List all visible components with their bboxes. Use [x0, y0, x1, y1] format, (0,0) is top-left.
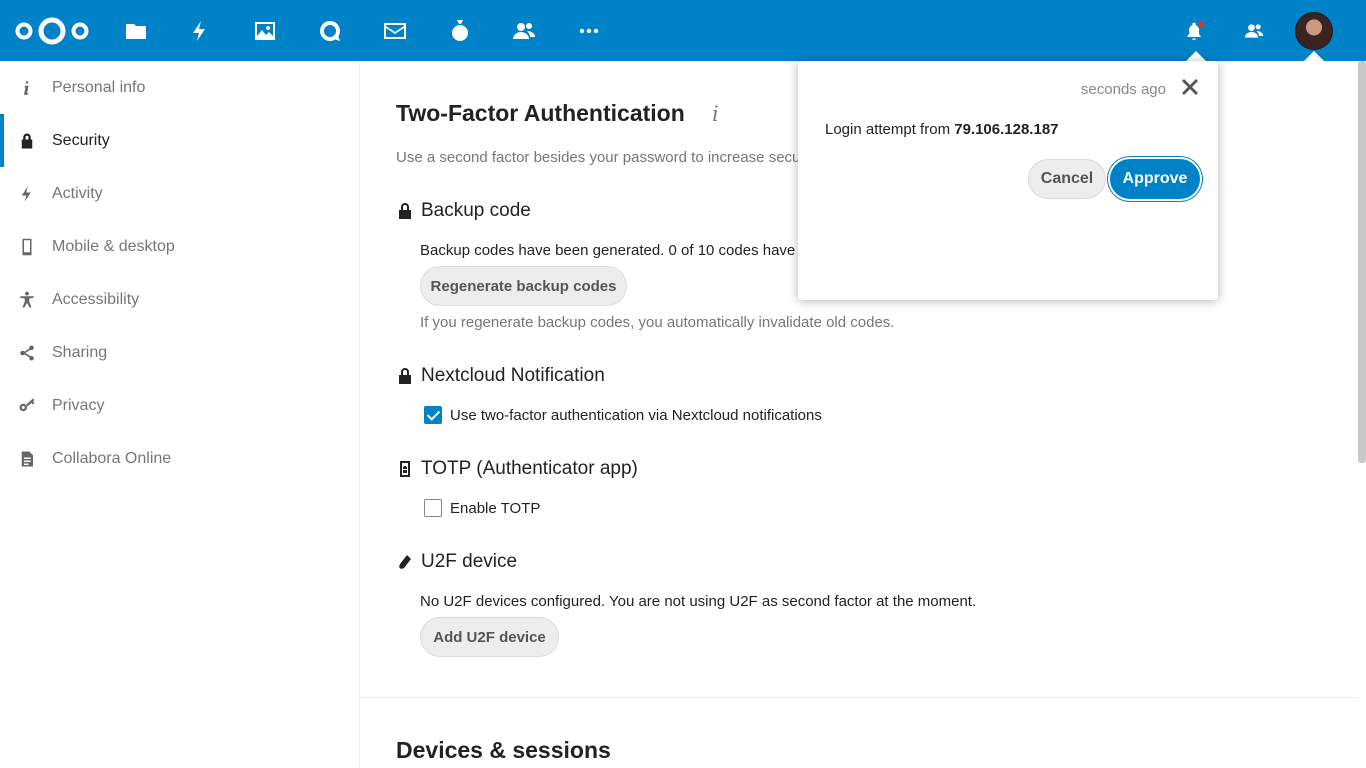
- sidebar-item-sharing[interactable]: Sharing: [0, 326, 359, 379]
- info-icon: [17, 78, 37, 98]
- backup-status-text: Backup codes have been generated. 0 of 1…: [420, 242, 808, 259]
- notification-popover-caret: [1186, 51, 1206, 61]
- sidebar-item-security[interactable]: Security: [0, 114, 359, 167]
- deck-app-icon[interactable]: [445, 16, 475, 46]
- user-avatar[interactable]: [1295, 12, 1333, 50]
- sidebar-item-label: Collabora Online: [52, 449, 172, 467]
- lightning-icon: [17, 184, 37, 204]
- usb-key-icon: [399, 555, 411, 569]
- notification-message-prefix: Login attempt from: [825, 121, 955, 138]
- contacts-menu-icon[interactable]: [1239, 16, 1269, 46]
- heading-label: Nextcloud Notification: [421, 365, 605, 386]
- heading-label: Backup code: [421, 200, 531, 221]
- accessibility-icon: [17, 290, 37, 310]
- sidebar-item-label: Mobile & desktop: [52, 237, 175, 255]
- nextcloud-notification-checkbox-label[interactable]: Use two-factor authentication via Nextcl…: [450, 407, 822, 424]
- u2f-status-text: No U2F devices configured. You are not u…: [420, 593, 977, 610]
- photos-app-icon[interactable]: [250, 16, 280, 46]
- sidebar-item-label: Privacy: [52, 396, 105, 414]
- settings-sidebar: Personal info Security Activity Mobile &…: [0, 61, 360, 768]
- enable-totp-checkbox-label[interactable]: Enable TOTP: [450, 500, 540, 517]
- notifications-bell-icon[interactable]: [1179, 16, 1209, 46]
- sidebar-item-label: Accessibility: [52, 290, 140, 308]
- approve-button[interactable]: Approve: [1110, 159, 1200, 199]
- lock-icon: [17, 131, 37, 151]
- nextcloud-notification-checkbox[interactable]: [424, 406, 442, 424]
- totp-heading: TOTP (Authenticator app): [398, 458, 638, 480]
- share-icon: [17, 343, 37, 363]
- files-app-icon[interactable]: [121, 16, 151, 46]
- page-title: Two-Factor Authentication: [396, 100, 685, 126]
- enable-totp-checkbox[interactable]: [424, 499, 442, 517]
- backup-code-heading: Backup code: [398, 200, 531, 222]
- info-icon[interactable]: i: [712, 102, 719, 126]
- key-icon: [17, 396, 37, 416]
- more-apps-icon[interactable]: [574, 16, 604, 46]
- notification-timestamp: seconds ago: [1080, 81, 1166, 98]
- regenerate-backup-codes-button[interactable]: Regenerate backup codes: [420, 266, 627, 306]
- sidebar-item-accessibility[interactable]: Accessibility: [0, 273, 359, 326]
- sidebar-item-mobile-desktop[interactable]: Mobile & desktop: [0, 220, 359, 273]
- contacts-app-icon[interactable]: [509, 16, 539, 46]
- add-u2f-device-button[interactable]: Add U2F device: [420, 617, 559, 657]
- avatar-caret: [1304, 51, 1324, 61]
- notification-message: Login attempt from 79.106.128.187: [825, 121, 1059, 138]
- sidebar-item-label: Activity: [52, 184, 103, 202]
- lock-icon: [399, 368, 411, 384]
- u2f-device-heading: U2F device: [398, 551, 517, 573]
- authenticator-icon: [400, 461, 410, 477]
- page-scrollbar[interactable]: [1358, 61, 1366, 463]
- phone-icon: [17, 237, 37, 257]
- mail-app-icon[interactable]: [380, 16, 410, 46]
- nextcloud-notification-heading: Nextcloud Notification: [398, 365, 605, 387]
- heading-label: TOTP (Authenticator app): [421, 458, 638, 479]
- close-icon[interactable]: [1180, 77, 1200, 97]
- notification-badge: [1198, 21, 1204, 27]
- sidebar-item-label: Personal info: [52, 78, 146, 96]
- nextcloud-logo[interactable]: [14, 14, 90, 48]
- talk-app-icon[interactable]: [315, 16, 345, 46]
- top-header: [0, 0, 1366, 61]
- document-icon: [17, 449, 37, 469]
- backup-hint-text: If you regenerate backup codes, you auto…: [420, 314, 895, 331]
- notification-popover: seconds ago Login attempt from 79.106.12…: [798, 61, 1218, 300]
- cancel-button[interactable]: Cancel: [1028, 159, 1106, 199]
- devices-sessions-title: Devices & sessions: [396, 737, 611, 763]
- heading-label: U2F device: [421, 551, 518, 572]
- lock-icon: [399, 203, 411, 219]
- sidebar-item-label: Security: [52, 131, 110, 149]
- sidebar-item-personal-info[interactable]: Personal info: [0, 61, 359, 114]
- section-description: Use a second factor besides your passwor…: [396, 149, 801, 166]
- sidebar-item-privacy[interactable]: Privacy: [0, 379, 359, 432]
- section-divider: [360, 697, 1358, 698]
- sidebar-item-label: Sharing: [52, 343, 108, 361]
- sidebar-item-collabora-online[interactable]: Collabora Online: [0, 432, 359, 485]
- sidebar-item-activity[interactable]: Activity: [0, 167, 359, 220]
- activity-app-icon[interactable]: [185, 16, 215, 46]
- notification-ip: 79.106.128.187: [954, 121, 1059, 138]
